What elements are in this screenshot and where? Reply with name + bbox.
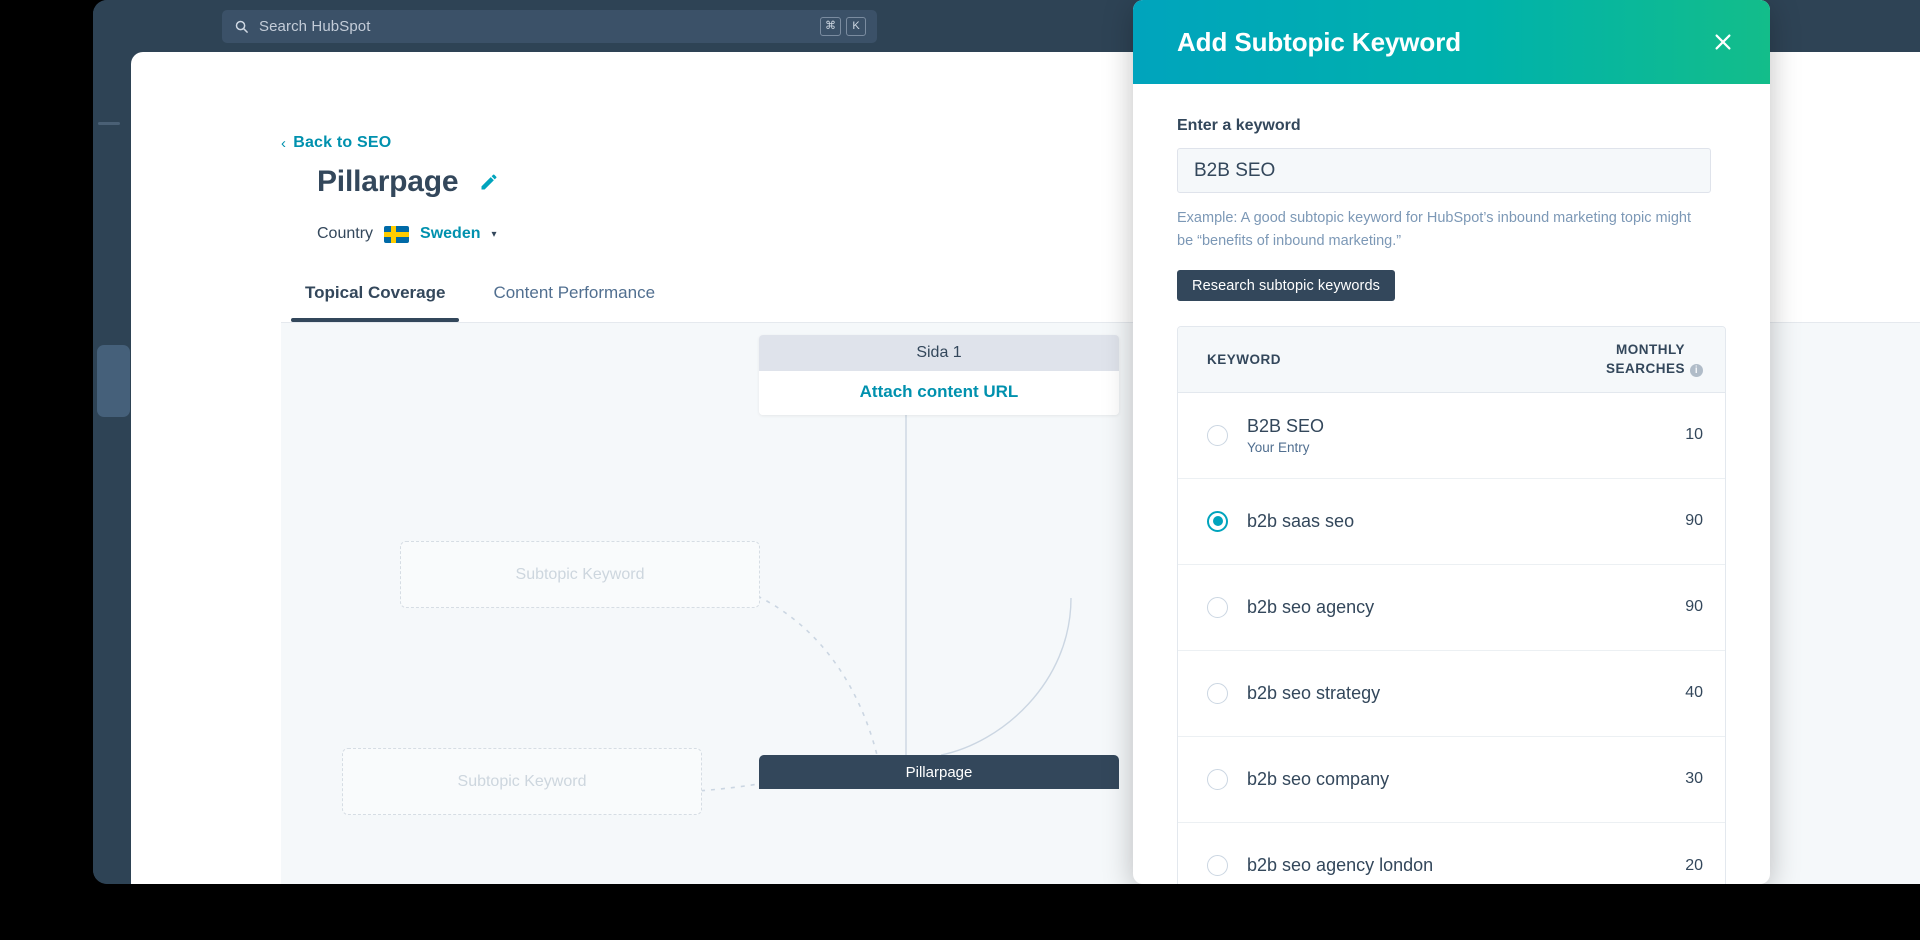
attach-content-url-link[interactable]: Attach content URL bbox=[759, 371, 1119, 415]
row-texts: b2b saas seo bbox=[1247, 511, 1657, 532]
table-row[interactable]: b2b seo company 30 bbox=[1178, 736, 1725, 823]
keyword-label: b2b seo strategy bbox=[1247, 682, 1381, 703]
tab-label: Content Performance bbox=[493, 283, 656, 302]
flag-sweden-icon bbox=[384, 225, 410, 243]
monthly-searches-value: 10 bbox=[1685, 426, 1703, 444]
chevron-down-icon: ▾ bbox=[491, 228, 497, 240]
info-icon[interactable]: i bbox=[1690, 363, 1703, 377]
country-label: Country bbox=[317, 225, 374, 242]
monthly-searches-value: 20 bbox=[1685, 856, 1703, 874]
sidebar-rail bbox=[93, 0, 131, 884]
table-header-row: KEYWORD MONTHLY SEARCHES i bbox=[1178, 327, 1725, 393]
research-subtopic-keywords-button[interactable]: Research subtopic keywords bbox=[1177, 270, 1395, 302]
pillar-node-label: Pillarpage bbox=[905, 763, 973, 781]
column-header-keyword: KEYWORD bbox=[1207, 352, 1281, 368]
chevron-left-icon: ‹ bbox=[281, 134, 287, 152]
radio-button[interactable] bbox=[1207, 424, 1228, 446]
modal-title: Add Subtopic Keyword bbox=[1177, 26, 1462, 57]
ghost-subtopic-node-2[interactable]: Subtopic Keyword bbox=[342, 748, 702, 815]
tab-label: Topical Coverage bbox=[305, 283, 446, 302]
modal-body: Enter a keyword B2B SEO Example: A good … bbox=[1133, 84, 1770, 302]
keyword-input-value: B2B SEO bbox=[1194, 159, 1276, 181]
radio-button[interactable] bbox=[1207, 596, 1228, 618]
page-node-header: Sida 1 bbox=[759, 335, 1119, 371]
row-texts: B2B SEO Your Entry bbox=[1247, 416, 1657, 455]
research-button-label: Research subtopic keywords bbox=[1192, 277, 1380, 294]
radio-button[interactable] bbox=[1207, 682, 1228, 704]
tab-topical-coverage[interactable]: Topical Coverage bbox=[281, 264, 469, 322]
monthly-searches-value: 40 bbox=[1685, 684, 1703, 702]
keyword-results-table: KEYWORD MONTHLY SEARCHES i B2B SEO Your … bbox=[1177, 326, 1726, 884]
sidebar-collapse-handle[interactable] bbox=[98, 122, 120, 125]
search-icon bbox=[234, 19, 249, 34]
pillar-node[interactable]: Pillarpage bbox=[759, 755, 1119, 789]
table-row[interactable]: B2B SEO Your Entry 10 bbox=[1178, 392, 1725, 479]
search-shortcut-keys: ⌘ K bbox=[820, 17, 866, 36]
column-header-line-2: SEARCHES bbox=[1605, 360, 1685, 376]
back-to-seo-link[interactable]: ‹ Back to SEO bbox=[281, 134, 391, 152]
radio-button[interactable] bbox=[1207, 855, 1228, 877]
modal-header: Add Subtopic Keyword bbox=[1133, 0, 1770, 84]
page-title: Pillarpage bbox=[317, 165, 459, 198]
keyword-label: b2b saas seo bbox=[1247, 510, 1355, 531]
sidebar-item-active[interactable] bbox=[97, 345, 130, 417]
country-selector[interactable]: Country Sweden ▾ bbox=[317, 225, 497, 243]
row-texts: b2b seo agency bbox=[1247, 597, 1657, 618]
shortcut-key-cmd: ⌘ bbox=[820, 17, 841, 36]
radio-button[interactable] bbox=[1207, 768, 1228, 790]
add-subtopic-keyword-modal: Add Subtopic Keyword Enter a keyword B2B… bbox=[1133, 0, 1770, 884]
search-input[interactable]: Search HubSpot ⌘ K bbox=[222, 10, 877, 43]
ghost-node-label: Subtopic Keyword bbox=[515, 565, 645, 583]
back-link-label: Back to SEO bbox=[293, 134, 392, 151]
table-row[interactable]: b2b saas seo 90 bbox=[1178, 478, 1725, 565]
keyword-field-label: Enter a keyword bbox=[1177, 117, 1301, 134]
ghost-node-label: Subtopic Keyword bbox=[457, 772, 587, 790]
table-row[interactable]: b2b seo agency 90 bbox=[1178, 564, 1725, 651]
keyword-label: b2b seo company bbox=[1247, 768, 1390, 789]
column-header-line-1: MONTHLY bbox=[1615, 342, 1685, 358]
column-header-monthly-searches: MONTHLY SEARCHES i bbox=[1606, 341, 1703, 377]
keyword-label: B2B SEO bbox=[1247, 415, 1325, 436]
monthly-searches-value: 90 bbox=[1685, 512, 1703, 530]
close-icon[interactable] bbox=[1706, 25, 1740, 59]
tab-content-performance[interactable]: Content Performance bbox=[469, 264, 679, 322]
monthly-searches-value: 30 bbox=[1685, 770, 1703, 788]
shortcut-key-k: K bbox=[846, 17, 866, 36]
keyword-input[interactable]: B2B SEO bbox=[1177, 148, 1711, 193]
country-value: Sweden bbox=[420, 225, 481, 242]
search-placeholder: Search HubSpot bbox=[259, 18, 371, 35]
page-node-sida-1[interactable]: Sida 1 Attach content URL bbox=[759, 335, 1119, 415]
pencil-icon[interactable] bbox=[479, 172, 499, 192]
table-row[interactable]: b2b seo agency london 20 bbox=[1178, 822, 1725, 884]
row-texts: b2b seo company bbox=[1247, 769, 1657, 790]
row-texts: b2b seo agency london bbox=[1247, 855, 1657, 876]
row-texts: b2b seo strategy bbox=[1247, 683, 1657, 704]
page-title-row: Pillarpage bbox=[317, 165, 499, 199]
radio-button[interactable] bbox=[1207, 510, 1228, 532]
keyword-label: b2b seo agency bbox=[1247, 596, 1375, 617]
keyword-sublabel: Your Entry bbox=[1247, 439, 1310, 455]
ghost-subtopic-node-1[interactable]: Subtopic Keyword bbox=[400, 541, 760, 608]
monthly-searches-value: 90 bbox=[1685, 598, 1703, 616]
table-row[interactable]: b2b seo strategy 40 bbox=[1178, 650, 1725, 737]
keyword-label: b2b seo agency london bbox=[1247, 855, 1434, 876]
keyword-hint-text: Example: A good subtopic keyword for Hub… bbox=[1177, 210, 1691, 250]
